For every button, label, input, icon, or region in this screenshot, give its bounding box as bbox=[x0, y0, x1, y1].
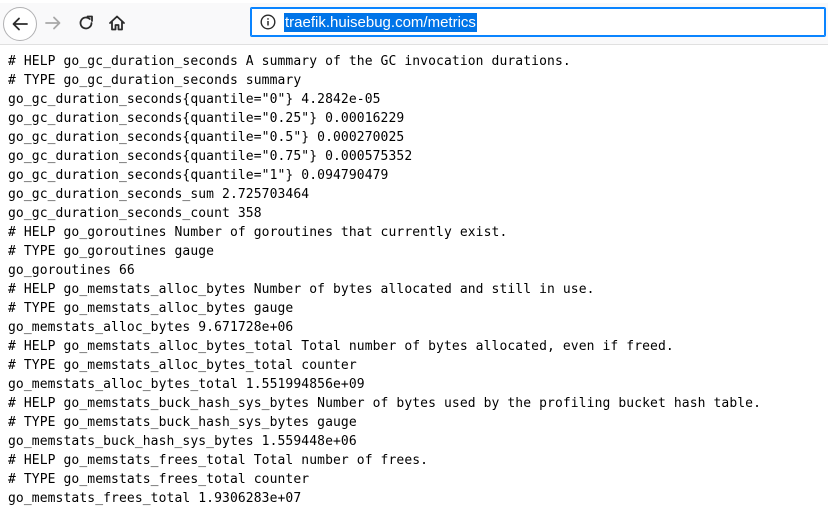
metrics-line: go_gc_duration_seconds_count 358 bbox=[8, 206, 262, 221]
metrics-line: go_gc_duration_seconds{quantile="0.5"} 0… bbox=[8, 130, 405, 145]
metrics-line: go_gc_duration_seconds{quantile="0"} 4.2… bbox=[8, 92, 381, 107]
metrics-line: # TYPE go_memstats_buck_hash_sys_bytes g… bbox=[8, 415, 357, 430]
metrics-line: # HELP go_gc_duration_seconds A summary … bbox=[8, 54, 571, 69]
metrics-line: go_gc_duration_seconds{quantile="0.25"} … bbox=[8, 111, 405, 126]
metrics-line: # HELP go_memstats_alloc_bytes_total Tot… bbox=[8, 339, 674, 354]
arrow-left-icon bbox=[12, 17, 28, 31]
url-text[interactable]: traefik.huisebug.com/metrics bbox=[284, 13, 477, 32]
page-content: # HELP go_gc_duration_seconds A summary … bbox=[0, 44, 828, 512]
metrics-line: # HELP go_memstats_frees_total Total num… bbox=[8, 453, 429, 468]
metrics-text: # HELP go_gc_duration_seconds A summary … bbox=[0, 45, 828, 508]
metrics-line: go_gc_duration_seconds{quantile="0.75"} … bbox=[8, 149, 413, 164]
metrics-line: go_goroutines 66 bbox=[8, 263, 135, 278]
metrics-line: # HELP go_memstats_buck_hash_sys_bytes N… bbox=[8, 396, 762, 411]
metrics-line: # TYPE go_memstats_alloc_bytes_total cou… bbox=[8, 358, 357, 373]
metrics-line: go_memstats_alloc_bytes 9.671728e+06 bbox=[8, 320, 294, 335]
metrics-line: go_memstats_frees_total 1.9306283e+07 bbox=[8, 491, 302, 506]
reload-button[interactable] bbox=[70, 7, 102, 39]
arrow-right-icon bbox=[45, 16, 61, 30]
window-top-edge bbox=[0, 0, 828, 3]
metrics-line: # TYPE go_memstats_alloc_bytes gauge bbox=[8, 301, 294, 316]
metrics-line: go_memstats_buck_hash_sys_bytes 1.559448… bbox=[8, 434, 357, 449]
metrics-line: # TYPE go_goroutines gauge bbox=[8, 244, 215, 259]
home-icon bbox=[109, 15, 125, 31]
metrics-line: go_gc_duration_seconds_sum 2.725703464 bbox=[8, 187, 310, 202]
metrics-line: # HELP go_goroutines Number of goroutine… bbox=[8, 225, 508, 240]
reload-icon bbox=[79, 15, 93, 30]
back-button[interactable] bbox=[3, 7, 37, 41]
forward-button[interactable] bbox=[37, 7, 69, 39]
metrics-line: go_memstats_alloc_bytes_total 1.55199485… bbox=[8, 377, 365, 392]
metrics-line: # TYPE go_memstats_frees_total counter bbox=[8, 472, 310, 487]
metrics-line: go_gc_duration_seconds{quantile="1"} 0.0… bbox=[8, 168, 389, 183]
metrics-line: # HELP go_memstats_alloc_bytes Number of… bbox=[8, 282, 595, 297]
browser-toolbar: traefik.huisebug.com/metrics bbox=[0, 0, 828, 44]
metrics-line: # TYPE go_gc_duration_seconds summary bbox=[8, 73, 302, 88]
home-button[interactable] bbox=[101, 7, 133, 39]
address-bar[interactable]: traefik.huisebug.com/metrics bbox=[250, 7, 826, 37]
info-circle-icon[interactable] bbox=[260, 14, 276, 30]
